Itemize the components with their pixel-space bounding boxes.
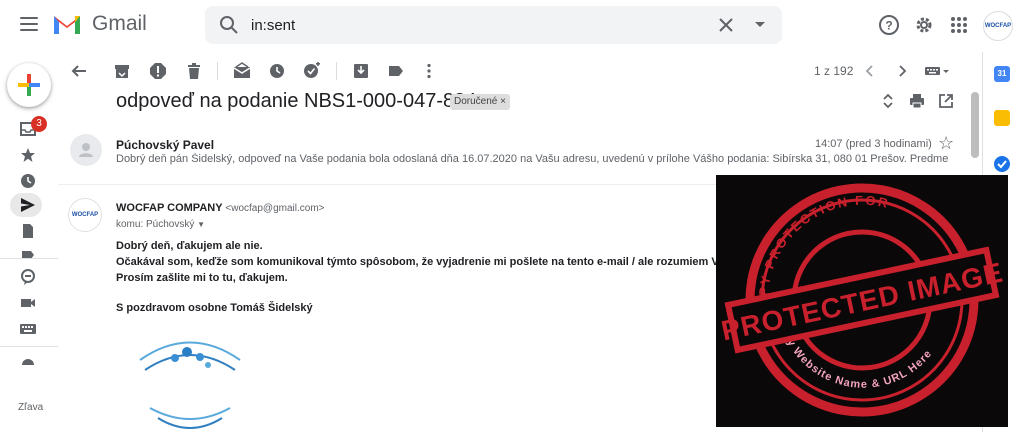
- archive-icon[interactable]: [113, 62, 131, 80]
- expand-all-icon[interactable]: [880, 93, 896, 109]
- protected-stamp-icon: COPY PROTECTION FOR My Website Name & UR…: [719, 183, 1006, 417]
- help-icon[interactable]: ?: [878, 14, 900, 36]
- compose-button[interactable]: [7, 63, 51, 107]
- meet-video-icon[interactable]: [19, 294, 37, 312]
- compose-plus-icon: [18, 74, 40, 96]
- main-menu-icon[interactable]: [20, 17, 38, 31]
- inbox-label-chip[interactable]: Doručené ×: [450, 94, 510, 110]
- sender-email: <wocfap@gmail.com>: [225, 203, 325, 214]
- recipient-details-icon[interactable]: ▼: [197, 220, 205, 229]
- account-avatar[interactable]: WOCFAP: [983, 11, 1013, 41]
- inbox-unread-badge: 3: [31, 116, 47, 132]
- tasks-icon[interactable]: [994, 156, 1010, 172]
- move-to-icon[interactable]: [352, 62, 370, 80]
- svg-text:?: ?: [885, 19, 892, 33]
- keyboard-icon[interactable]: [19, 320, 37, 338]
- tasks-check-icon: [997, 160, 1007, 169]
- delete-trash-icon[interactable]: [185, 62, 203, 80]
- snooze-clock-icon[interactable]: [268, 62, 286, 80]
- nav-mask: [0, 365, 58, 432]
- nav-divider: [0, 258, 58, 259]
- older-chevron-right-icon[interactable]: [893, 62, 911, 80]
- body-line: Očakával som, keďže som komunikoval týmt…: [116, 256, 738, 268]
- search-input[interactable]: [251, 14, 671, 36]
- protected-image-overlay: COPY PROTECTION FOR My Website Name & UR…: [716, 175, 1008, 427]
- person-icon: [79, 143, 93, 157]
- settings-gear-icon[interactable]: [913, 14, 935, 36]
- gmail-m-icon: [54, 16, 80, 34]
- embedded-company-logo: [139, 341, 241, 429]
- search-icon[interactable]: [219, 15, 239, 35]
- labels-tag-icon[interactable]: [387, 62, 405, 80]
- search-bar: [205, 6, 782, 44]
- nav-divider: [0, 346, 58, 347]
- toolbar-divider: [336, 62, 337, 80]
- calendar-icon[interactable]: 31: [994, 66, 1010, 82]
- keep-icon[interactable]: [994, 110, 1010, 126]
- mark-unread-icon[interactable]: [233, 62, 251, 80]
- newer-chevron-left-icon[interactable]: [861, 62, 879, 80]
- company-avatar[interactable]: WOCFAP: [68, 198, 102, 232]
- pagination-count: 1 z 192: [814, 64, 854, 78]
- starred-icon[interactable]: [19, 146, 37, 164]
- recipient-line[interactable]: komu: Púchovský ▼: [116, 219, 205, 230]
- search-options-icon[interactable]: [755, 22, 765, 27]
- drafts-icon[interactable]: [19, 222, 37, 240]
- message-snippet[interactable]: Dobrý deň pán Šidelský, odpoveď na Vaše …: [116, 153, 966, 165]
- report-spam-icon[interactable]: [149, 62, 167, 80]
- snoozed-clock-icon[interactable]: [19, 172, 37, 190]
- sender-name: WOCFAP COMPANY: [116, 202, 223, 214]
- message-time: 14:07 (pred 3 hodinami): [815, 138, 932, 150]
- back-arrow-icon[interactable]: [70, 62, 88, 80]
- sent-icon[interactable]: [19, 196, 37, 214]
- body-line: Dobrý deň, ďakujem ale nie.: [116, 240, 263, 252]
- signature-line: S pozdravom osobne Tomáš Šidelský: [116, 302, 313, 314]
- toolbar-divider: [217, 62, 218, 80]
- body-line: Prosím zašlite mi to tu, ďakujem.: [116, 272, 288, 284]
- gmail-logo[interactable]: Gmail: [52, 12, 147, 36]
- input-tools-keyboard-icon[interactable]: [924, 62, 950, 80]
- expanded-sender[interactable]: WOCFAP COMPANY <wocfap@gmail.com>: [116, 202, 325, 214]
- thread-subject: odpoveď na podanie NBS1-000-047-834: [116, 90, 477, 112]
- more-options-icon[interactable]: [420, 62, 438, 80]
- apps-grid-icon[interactable]: [948, 14, 970, 36]
- zoom-label: Zľava: [18, 402, 44, 413]
- add-to-tasks-icon[interactable]: [303, 62, 321, 80]
- sender-avatar[interactable]: [70, 134, 102, 166]
- print-icon[interactable]: [909, 93, 925, 109]
- clear-search-icon[interactable]: [717, 16, 735, 34]
- thread-scrollbar[interactable]: [971, 92, 979, 158]
- message-sender[interactable]: Púchovský Pavel: [116, 138, 214, 152]
- chat-bubble-icon[interactable]: [19, 268, 37, 286]
- open-new-window-icon[interactable]: [938, 93, 954, 109]
- star-icon[interactable]: ☆: [938, 134, 954, 152]
- app-name: Gmail: [92, 12, 147, 35]
- more-labels-icon[interactable]: [19, 246, 37, 264]
